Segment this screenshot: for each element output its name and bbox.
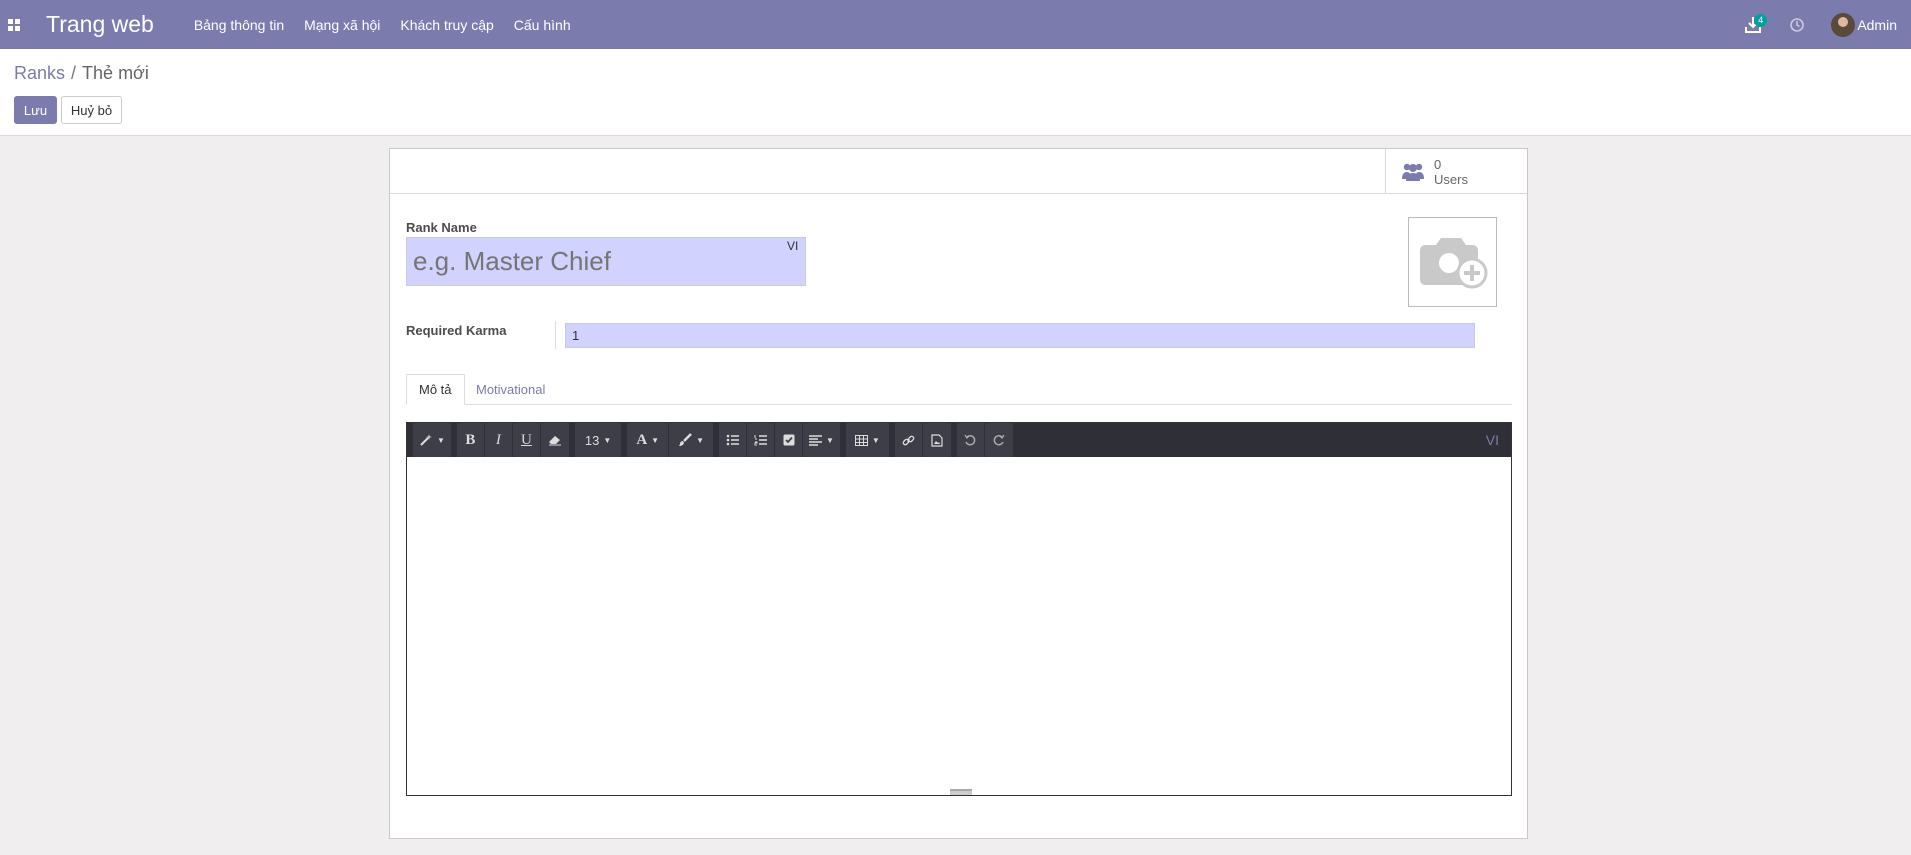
font-size-button[interactable]: 13 ▼	[575, 423, 621, 457]
users-stat-button[interactable]: 0 Users	[1385, 149, 1527, 194]
table-icon	[854, 434, 868, 446]
menu-item-social[interactable]: Mạng xã hội	[304, 17, 380, 33]
apps-grid-icon	[8, 18, 20, 31]
underline-icon: U	[521, 431, 532, 448]
checkbox-icon	[783, 434, 794, 446]
font-group: B I U	[456, 423, 569, 457]
camera-add-icon	[1419, 238, 1487, 289]
notebook-tabs: Mô tả Motivational	[406, 374, 1512, 405]
discard-button[interactable]: Huỷ bỏ	[61, 96, 122, 124]
align-left-icon	[809, 434, 822, 446]
caret-down-icon: ▼	[603, 435, 612, 445]
users-count: 0	[1434, 156, 1442, 172]
style-group: ▼	[413, 423, 451, 457]
breadcrumb-separator: /	[71, 63, 77, 83]
users-label: Users	[1434, 171, 1468, 187]
form-sheet: 0 Users Rank Name VI Required Karma Mô t…	[389, 148, 1528, 839]
font-color-button[interactable]: A ▼	[627, 423, 670, 457]
link-icon	[902, 435, 915, 445]
numbered-list-button[interactable]	[747, 423, 775, 457]
activity-button[interactable]	[1781, 0, 1813, 49]
file-image-icon	[931, 433, 943, 447]
breadcrumb-parent[interactable]: Ranks	[14, 63, 65, 83]
numbered-list-icon	[754, 435, 767, 446]
caret-down-icon: ▼	[651, 435, 660, 445]
apps-menu-button[interactable]	[0, 0, 28, 49]
history-group	[956, 423, 1013, 457]
app-title[interactable]: Trang web	[46, 11, 154, 38]
redo-icon	[993, 434, 1005, 446]
caret-down-icon: ▼	[826, 435, 834, 445]
navbar-systray: 4 Admin	[1737, 0, 1911, 49]
menu-item-visitors[interactable]: Khách truy cập	[400, 17, 493, 33]
editor-toolbar: ▼ B I U 13 ▼ A ▼ ▼ ▼ ▼ VI	[407, 423, 1511, 457]
html-editor: ▼ B I U 13 ▼ A ▼ ▼ ▼ ▼ VI	[406, 422, 1512, 796]
underline-button[interactable]: U	[513, 423, 541, 457]
control-panel: Ranks / Thẻ mới Lưu Huỷ bỏ	[0, 49, 1911, 136]
eraser-icon	[548, 436, 561, 446]
paint-brush-icon	[679, 433, 692, 446]
top-navbar: Trang web Bảng thông tin Mạng xã hội Khá…	[0, 0, 1911, 49]
caret-down-icon: ▼	[871, 435, 880, 445]
background-color-button[interactable]: ▼	[669, 423, 713, 457]
bullet-list-icon	[726, 434, 739, 446]
editor-content[interactable]	[407, 457, 1511, 795]
bold-button[interactable]: B	[457, 423, 485, 457]
style-button[interactable]: ▼	[413, 423, 451, 457]
table-group: ▼	[845, 423, 889, 457]
paragraph-group: ▼	[719, 423, 840, 457]
link-button[interactable]	[895, 423, 923, 457]
karma-divider	[555, 321, 556, 349]
users-icon	[1402, 163, 1424, 181]
rank-name-input[interactable]	[406, 237, 806, 286]
caret-down-icon: ▼	[696, 435, 704, 445]
menu-item-configuration[interactable]: Cấu hình	[514, 17, 571, 33]
align-button[interactable]: ▼	[803, 423, 840, 457]
menu-item-dashboard[interactable]: Bảng thông tin	[194, 17, 284, 33]
redo-button[interactable]	[985, 423, 1013, 457]
breadcrumb-current: Thẻ mới	[82, 63, 149, 83]
image-button[interactable]	[923, 423, 951, 457]
user-name: Admin	[1857, 16, 1897, 33]
italic-button[interactable]: I	[485, 423, 513, 457]
clock-icon	[1790, 17, 1805, 32]
download-button[interactable]: 4	[1737, 0, 1769, 49]
editor-resize-handle[interactable]	[950, 789, 972, 795]
bold-icon: B	[465, 431, 476, 448]
button-box: 0 Users	[390, 149, 1527, 194]
checklist-button[interactable]	[775, 423, 803, 457]
rank-name-label: Rank Name	[406, 220, 477, 235]
user-menu[interactable]: Admin	[1831, 12, 1897, 37]
font-color-icon: A	[636, 431, 648, 448]
undo-icon	[964, 434, 976, 446]
font-size-group: 13 ▼	[574, 423, 622, 457]
tab-motivational[interactable]: Motivational	[464, 374, 557, 405]
rank-name-lang-button[interactable]: VI	[787, 239, 798, 253]
image-upload[interactable]	[1408, 217, 1497, 307]
undo-button[interactable]	[957, 423, 985, 457]
required-karma-input[interactable]	[565, 323, 1475, 348]
italic-icon: I	[495, 431, 501, 448]
clear-format-button[interactable]	[541, 423, 569, 457]
font-size-value: 13	[584, 432, 600, 448]
download-count-badge: 4	[1754, 14, 1768, 27]
users-stat-text: 0 Users	[1434, 157, 1468, 187]
avatar	[1831, 12, 1856, 37]
bullet-list-button[interactable]	[719, 423, 747, 457]
editor-lang-button[interactable]: VI	[1486, 432, 1499, 448]
insert-group	[894, 423, 951, 457]
caret-down-icon: ▼	[437, 435, 445, 445]
breadcrumb: Ranks / Thẻ mới	[14, 63, 149, 84]
required-karma-label: Required Karma	[406, 323, 507, 338]
table-button[interactable]: ▼	[846, 423, 889, 457]
color-group: A ▼ ▼	[627, 423, 713, 457]
save-button[interactable]: Lưu	[14, 96, 57, 124]
magic-wand-icon	[420, 434, 432, 446]
tab-description[interactable]: Mô tả	[406, 374, 465, 405]
